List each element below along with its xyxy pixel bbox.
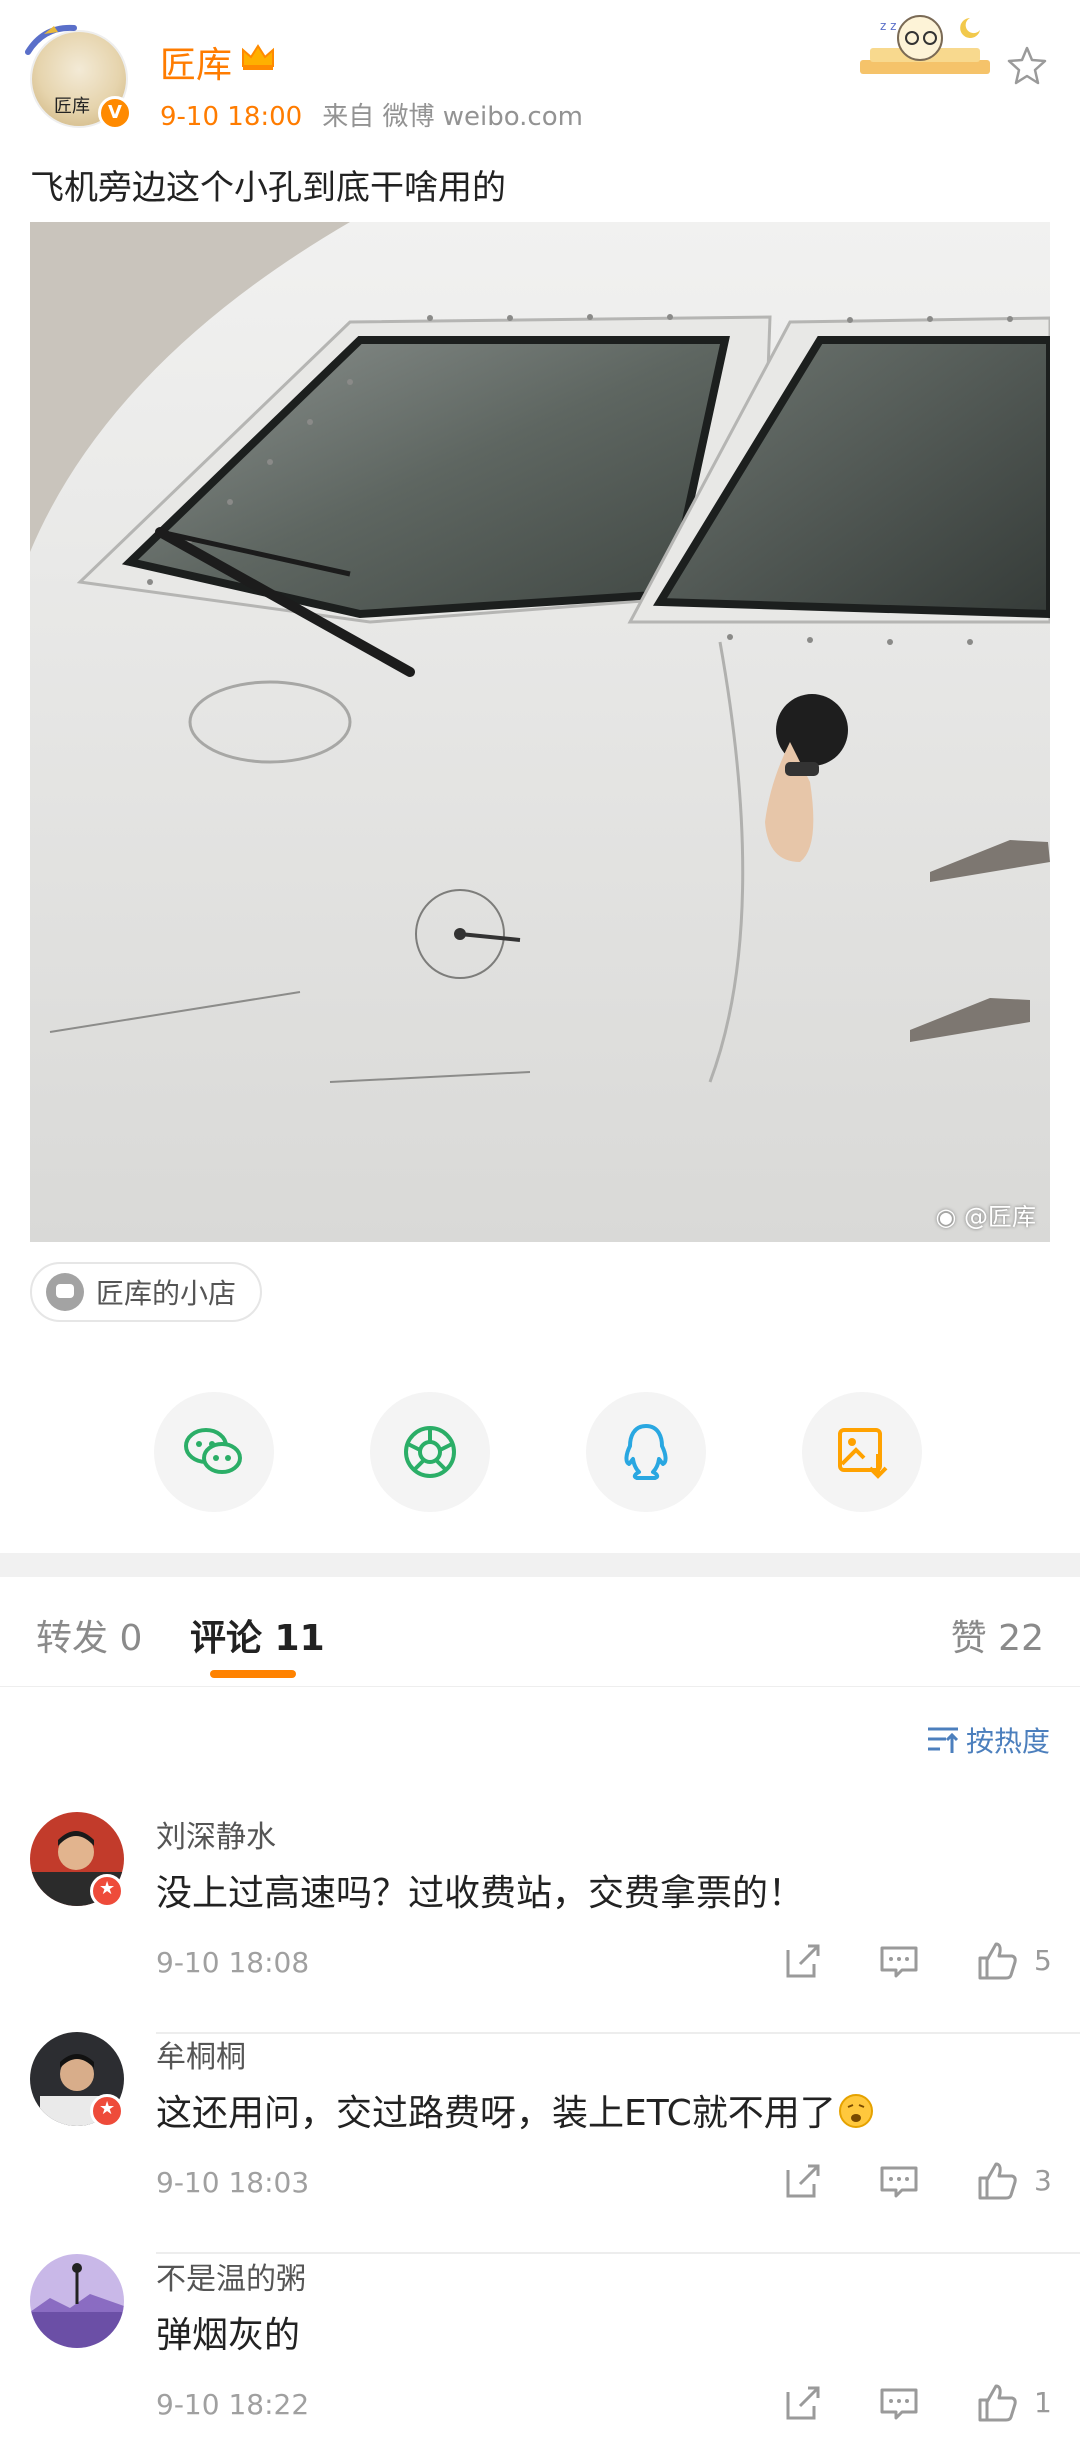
sticker-decoration-icon: z z	[860, 15, 990, 74]
share-moments-button[interactable]	[370, 1392, 490, 1512]
save-image-button[interactable]	[802, 1392, 922, 1512]
tab-comments[interactable]: 评论 11	[190, 1609, 325, 1661]
commenter-name[interactable]: 不是温的粥	[156, 2254, 306, 2298]
tab-likes[interactable]: 赞 22	[951, 1609, 1044, 1661]
commenter-name[interactable]: 牟桐桐	[156, 2032, 246, 2076]
emoji-icon	[838, 2094, 873, 2128]
comment-time: 9-10 18:03	[156, 2166, 310, 2199]
post-image[interactable]: ◉ @匠库	[30, 222, 1050, 1242]
brush-decoration-icon	[25, 24, 77, 55]
verified-badge: V	[98, 96, 132, 130]
repost-icon[interactable]	[780, 2380, 826, 2426]
like-count: 1	[1034, 2386, 1052, 2419]
comment-item: 牟桐桐 这还用问，交过路费呀，装上ETC就不用了 9-10 18:03 3	[0, 2032, 1080, 2254]
shop-label: 匠库的小店	[96, 1277, 237, 1310]
post-time: 9-10 18:00	[160, 102, 303, 132]
comment-text: 这还用问，交过路费呀，装上ETC就不用了	[156, 2084, 874, 2136]
active-tab-indicator	[210, 1670, 296, 1678]
comment-actions: 1	[780, 2380, 1070, 2430]
comment-actions: 5	[780, 1938, 1070, 1988]
reply-icon[interactable]	[876, 2158, 922, 2204]
like-count: 3	[1034, 2164, 1052, 2197]
section-divider	[0, 1553, 1080, 1577]
crown-icon	[242, 44, 274, 70]
comment-actions: 3	[780, 2158, 1070, 2208]
avatar-seal-text: 匠库	[54, 96, 90, 117]
interaction-tabs: 转发 0 评论 11 赞 22	[0, 1577, 1080, 1687]
share-wechat-button[interactable]	[154, 1392, 274, 1512]
qq-icon	[624, 1424, 668, 1480]
wechat-icon	[184, 1428, 242, 1474]
post-text: 飞机旁边这个小孔到底干啥用的	[30, 168, 506, 208]
comment-text-content: 这还用问，交过路费呀，装上ETC就不用了	[156, 2093, 836, 2134]
comment-text: 弹烟灰的	[156, 2315, 301, 2356]
member-badge-icon	[90, 1874, 124, 1908]
shop-link-chip[interactable]: 匠库的小店	[30, 1262, 263, 1322]
post-header: 匠库 V 匠库 9-10 18:00 来自 微博 weibo.com z z	[0, 0, 1080, 150]
like-icon[interactable]	[974, 2158, 1020, 2204]
like-icon[interactable]	[974, 2380, 1020, 2426]
reply-icon[interactable]	[876, 2380, 922, 2426]
comment-item: 刘深静水 没上过高速吗？过收费站，交费拿票的！ 9-10 18:08 5	[0, 1812, 1080, 2034]
tab-repost[interactable]: 转发 0	[36, 1609, 142, 1661]
shop-icon	[46, 1273, 84, 1311]
sort-toggle[interactable]: 按热度	[926, 1720, 1050, 1760]
commenter-avatar[interactable]	[30, 2254, 124, 2348]
post-meta: 9-10 18:00 来自 微博 weibo.com	[160, 96, 583, 133]
comment-item: 不是温的粥 弹烟灰的 9-10 18:22 1	[0, 2254, 1080, 2440]
like-count: 5	[1034, 1944, 1052, 1977]
moments-icon	[404, 1426, 456, 1478]
reply-icon[interactable]	[876, 1938, 922, 1984]
author-name[interactable]: 匠库	[160, 36, 232, 88]
comment-time: 9-10 18:22	[156, 2388, 310, 2421]
comment-text: 没上过高速吗？过收费站，交费拿票的！	[156, 1873, 805, 1914]
share-qq-button[interactable]	[586, 1392, 706, 1512]
image-watermark: ◉ @匠库	[935, 1197, 1036, 1232]
svg-text:z z: z z	[880, 19, 896, 33]
sort-label: 按热度	[965, 1725, 1050, 1758]
post-source: 来自 微博 weibo.com	[322, 102, 583, 132]
comment-time: 9-10 18:08	[156, 1946, 310, 1979]
commenter-photo	[30, 2254, 124, 2348]
image-watermark-text: @匠库	[964, 1203, 1036, 1231]
save-image-icon	[838, 1428, 888, 1479]
repost-icon[interactable]	[780, 1938, 826, 1984]
favorite-star-icon[interactable]	[1005, 44, 1049, 88]
commenter-name[interactable]: 刘深静水	[156, 1812, 276, 1856]
repost-icon[interactable]	[780, 2158, 826, 2204]
member-badge-icon	[90, 2094, 124, 2128]
like-icon[interactable]	[974, 1938, 1020, 1984]
weibo-logo-icon: ◉	[935, 1203, 964, 1231]
airplane-cockpit-image	[30, 222, 1050, 1242]
sort-icon	[927, 1727, 959, 1753]
